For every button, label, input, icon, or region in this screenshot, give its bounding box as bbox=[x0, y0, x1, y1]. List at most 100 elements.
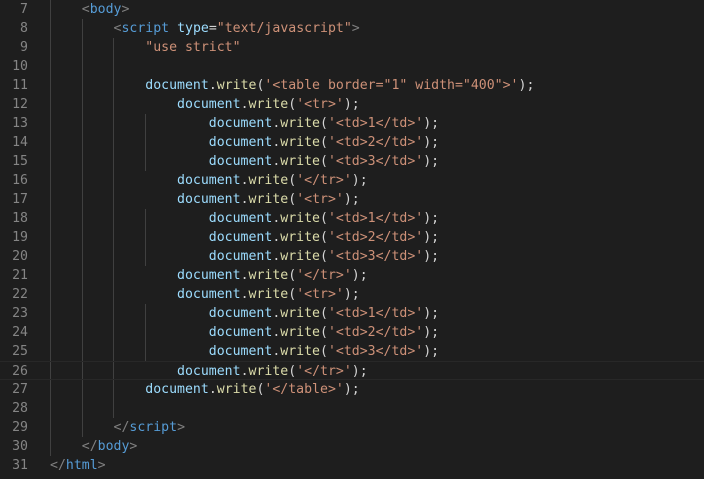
code-line[interactable]: 21 document.write('</tr>'); bbox=[0, 266, 704, 285]
code-token: '<td>1</td>' bbox=[327, 306, 424, 321]
code-line[interactable]: 25 document.write('<td>3</td>'); bbox=[0, 342, 704, 361]
code-token: write bbox=[280, 306, 320, 321]
line-code[interactable]: </html> bbox=[50, 456, 106, 475]
line-code[interactable]: <script type="text/javascript"> bbox=[50, 19, 360, 38]
code-token: write bbox=[248, 364, 289, 379]
code-token: body bbox=[89, 2, 122, 17]
code-line[interactable]: 7 <body> bbox=[0, 0, 704, 19]
code-token: document bbox=[208, 211, 273, 226]
line-number: 7 bbox=[20, 2, 28, 17]
code-token: ( bbox=[319, 306, 328, 321]
line-number: 17 bbox=[12, 192, 28, 207]
code-token: document bbox=[145, 382, 209, 397]
code-line[interactable]: 18 document.write('<td>1</td>'); bbox=[0, 209, 704, 228]
code-token: ( bbox=[319, 135, 328, 150]
code-token: ); bbox=[343, 97, 360, 112]
code-line[interactable]: 23 document.write('<td>1</td>'); bbox=[0, 304, 704, 323]
code-line[interactable]: 10 bbox=[0, 57, 704, 76]
line-code[interactable]: document.write('<td>2</td>'); bbox=[50, 323, 439, 342]
line-code[interactable]: document.write('<tr>'); bbox=[50, 285, 360, 304]
line-number: 30 bbox=[12, 439, 28, 454]
line-code[interactable]: document.write('</table>'); bbox=[50, 380, 359, 399]
code-line[interactable]: 11 document.write('<table border="1" wid… bbox=[0, 76, 704, 95]
line-number: 28 bbox=[12, 401, 28, 416]
line-number: 27 bbox=[12, 382, 28, 397]
indentation bbox=[50, 78, 145, 93]
line-code[interactable]: document.write('<td>3</td>'); bbox=[50, 247, 439, 266]
code-token: ); bbox=[343, 287, 360, 302]
line-code[interactable]: document.write('</tr>'); bbox=[50, 171, 368, 190]
code-token: document bbox=[208, 135, 273, 150]
code-line[interactable]: 27 document.write('</table>'); bbox=[0, 380, 704, 399]
line-code[interactable]: document.write('<td>1</td>'); bbox=[50, 304, 439, 323]
code-token: write bbox=[248, 192, 289, 207]
indentation bbox=[50, 382, 145, 397]
code-token: document bbox=[177, 173, 241, 188]
line-code[interactable]: document.write('<tr>'); bbox=[50, 95, 360, 114]
line-code[interactable]: document.write('</tr>'); bbox=[50, 362, 368, 381]
code-line[interactable]: 22 document.write('<tr>'); bbox=[0, 285, 704, 304]
code-token: . bbox=[240, 97, 249, 112]
line-code[interactable]: document.write('</tr>'); bbox=[50, 266, 368, 285]
current-code-line[interactable]: 26 document.write('</tr>'); bbox=[0, 361, 704, 380]
line-number: 24 bbox=[12, 325, 28, 340]
code-token: '<td>3</td>' bbox=[327, 154, 424, 169]
line-code[interactable]: document.write('<td>3</td>'); bbox=[50, 342, 439, 361]
code-token: '<tr>' bbox=[296, 287, 344, 302]
code-token: document bbox=[177, 364, 241, 379]
code-line[interactable]: 28 bbox=[0, 399, 704, 418]
line-code[interactable]: </body> bbox=[50, 437, 138, 456]
code-token: = bbox=[208, 21, 217, 36]
code-token: write bbox=[248, 268, 289, 283]
indentation bbox=[50, 439, 82, 454]
line-number: 19 bbox=[12, 230, 28, 245]
code-token: ( bbox=[288, 287, 297, 302]
code-line[interactable]: 30 </body> bbox=[0, 437, 704, 456]
code-token: document bbox=[208, 154, 273, 169]
line-code[interactable]: document.write('<td>2</td>'); bbox=[50, 228, 439, 247]
code-line[interactable]: 13 document.write('<td>1</td>'); bbox=[0, 114, 704, 133]
code-token: ); bbox=[423, 211, 440, 226]
line-code[interactable]: document.write('<td>3</td>'); bbox=[50, 152, 439, 171]
line-code[interactable]: <body> bbox=[50, 0, 130, 19]
code-line[interactable]: 29 </script> bbox=[0, 418, 704, 437]
code-token: ( bbox=[288, 97, 297, 112]
code-token: . bbox=[240, 364, 249, 379]
code-line[interactable]: 16 document.write('</tr>'); bbox=[0, 171, 704, 190]
code-token: write bbox=[280, 135, 320, 150]
line-number: 8 bbox=[20, 21, 28, 36]
code-line[interactable]: 24 document.write('<td>2</td>'); bbox=[0, 323, 704, 342]
code-token: document bbox=[208, 230, 273, 245]
code-line[interactable]: 19 document.write('<td>2</td>'); bbox=[0, 228, 704, 247]
code-token: ); bbox=[423, 154, 440, 169]
line-code[interactable]: document.write('<tr>'); bbox=[50, 190, 360, 209]
code-line[interactable]: 12 document.write('<tr>'); bbox=[0, 95, 704, 114]
line-number: 13 bbox=[12, 116, 28, 131]
indentation bbox=[50, 325, 209, 340]
line-number: 9 bbox=[20, 40, 28, 55]
line-code[interactable]: "use strict" bbox=[50, 38, 241, 57]
code-line[interactable]: 15 document.write('<td>3</td>'); bbox=[0, 152, 704, 171]
code-line[interactable]: 9 "use strict" bbox=[0, 38, 704, 57]
code-token: ); bbox=[423, 230, 440, 245]
code-line[interactable]: 20 document.write('<td>3</td>'); bbox=[0, 247, 704, 266]
code-token: '<td>1</td>' bbox=[327, 116, 424, 131]
code-editor[interactable]: 7 <body> 8 <script type="text/javascript"… bbox=[0, 0, 704, 479]
line-number: 18 bbox=[12, 211, 28, 226]
line-code[interactable]: document.write('<table border="1" width=… bbox=[50, 76, 534, 95]
code-token: write bbox=[280, 325, 320, 340]
code-token: "use strict" bbox=[145, 40, 241, 55]
code-line[interactable]: 31 </html> bbox=[0, 456, 704, 475]
line-number: 14 bbox=[12, 135, 28, 150]
line-code[interactable]: document.write('<td>1</td>'); bbox=[50, 209, 439, 228]
code-line[interactable]: 8 <script type="text/javascript"> bbox=[0, 19, 704, 38]
line-code[interactable]: document.write('<td>2</td>'); bbox=[50, 133, 439, 152]
code-token: > bbox=[177, 420, 186, 435]
code-line[interactable]: 14 document.write('<td>2</td>'); bbox=[0, 133, 704, 152]
code-line[interactable]: 17 document.write('<tr>'); bbox=[0, 190, 704, 209]
code-token: '<td>2</td>' bbox=[327, 325, 424, 340]
line-code[interactable]: document.write('<td>1</td>'); bbox=[50, 114, 439, 133]
line-code[interactable]: </script> bbox=[50, 418, 185, 437]
code-token: ); bbox=[351, 364, 368, 379]
